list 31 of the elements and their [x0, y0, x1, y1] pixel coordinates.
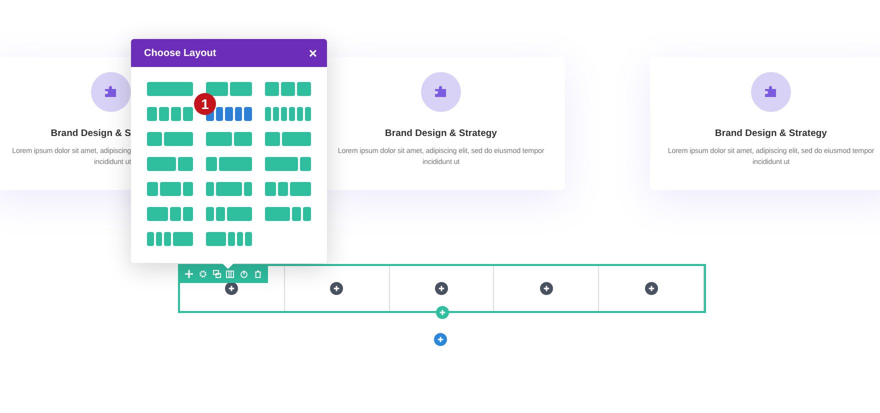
add-module-button[interactable]	[644, 282, 658, 295]
power-icon[interactable]	[240, 270, 248, 278]
add-module-button[interactable]	[225, 282, 238, 295]
puzzle-icon	[751, 72, 791, 112]
add-section-button[interactable]	[434, 333, 447, 346]
plus-icon	[439, 309, 446, 316]
add-module-button[interactable]	[540, 282, 553, 295]
duplicate-icon[interactable]	[212, 270, 221, 278]
close-button[interactable]: ×	[308, 46, 317, 60]
card-title: Brand Design & Strategy	[385, 128, 497, 139]
layout-option[interactable]	[206, 82, 252, 96]
plus-icon	[228, 285, 236, 292]
plus-icon	[437, 336, 444, 343]
popup-title: Choose Layout	[144, 48, 216, 58]
plus-icon	[333, 285, 340, 292]
card-title: Brand Design & Strategy	[715, 128, 827, 139]
card-title: Brand Design & S	[50, 128, 131, 139]
trash-icon[interactable]	[254, 270, 262, 278]
puzzle-icon	[421, 72, 461, 112]
plus-icon	[542, 285, 550, 292]
step-badge: 1	[194, 93, 216, 115]
plus-icon	[648, 285, 655, 292]
settings-icon[interactable]	[198, 270, 207, 278]
add-module-button[interactable]	[330, 282, 344, 295]
plus-icon[interactable]	[184, 270, 193, 278]
columns-icon[interactable]	[226, 270, 234, 278]
layout-option[interactable]	[206, 107, 252, 121]
plus-icon	[438, 285, 445, 292]
puzzle-icon	[91, 72, 131, 112]
add-row-button[interactable]	[436, 306, 449, 319]
add-module-button[interactable]	[434, 282, 448, 295]
